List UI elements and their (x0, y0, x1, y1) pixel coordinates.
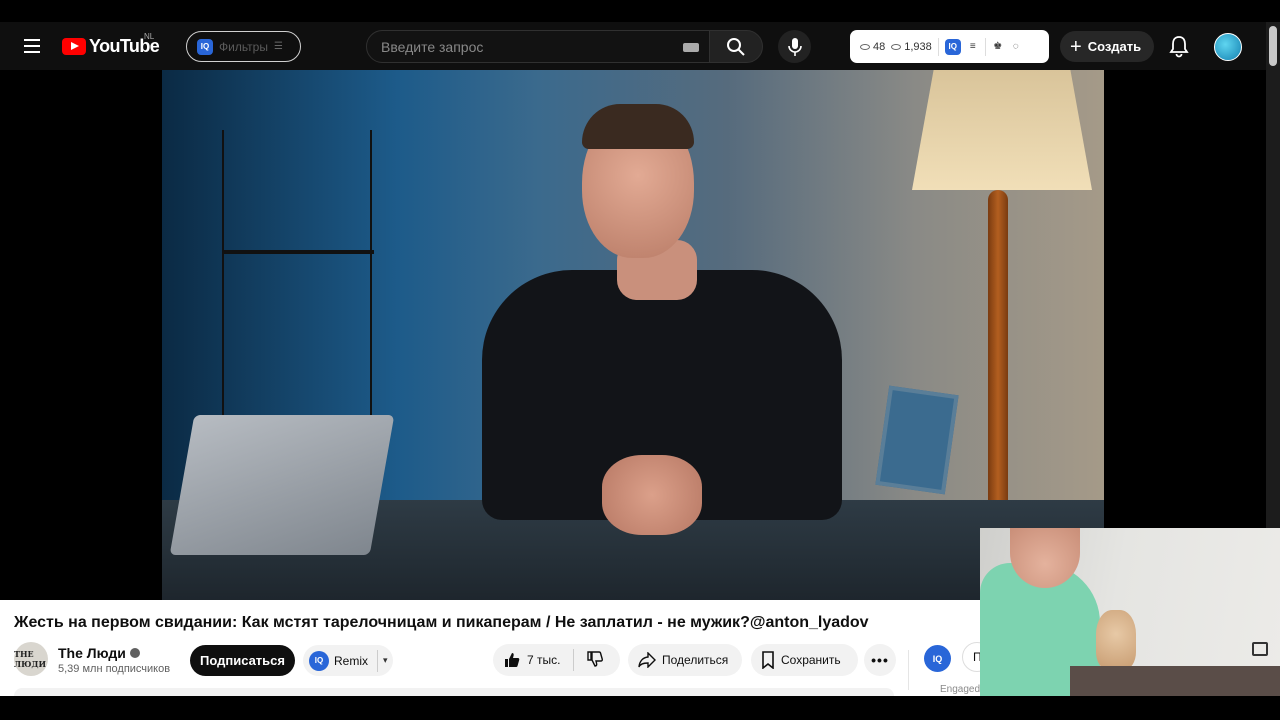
subscriber-count: 5,39 млн подписчиков (58, 663, 171, 675)
webcam-bed (1070, 666, 1280, 696)
lamp-shade (912, 70, 1092, 190)
notifications-button[interactable] (1168, 34, 1190, 58)
iq-icon[interactable]: IQ (944, 38, 961, 55)
top-black-strip (0, 0, 1280, 22)
chat-icon[interactable]: ◌ (1010, 41, 1022, 53)
vidiq-stats-box[interactable]: 48 1,938 IQ ≡ ♚ ◌ (850, 30, 1049, 63)
more-actions-button[interactable]: ••• (864, 644, 896, 676)
microphone-icon (787, 37, 802, 56)
bottom-black-strip (0, 696, 1280, 720)
channel-logo-text: THE ЛЮДИ (14, 649, 47, 669)
iq-icon: IQ (309, 650, 329, 671)
webcam-cat (1096, 610, 1136, 670)
save-label: Сохранить (781, 653, 841, 667)
vidiq-button[interactable]: IQ (924, 645, 951, 672)
presenter-hair (582, 104, 694, 149)
scrollbar-thumb[interactable] (1269, 26, 1277, 66)
dislike-button[interactable] (574, 650, 604, 671)
eye-icon (860, 43, 870, 50)
account-avatar[interactable] (1214, 33, 1242, 61)
thumbs-down-icon (587, 650, 603, 667)
divider (937, 37, 939, 56)
like-dislike-group: 7 тыс. (493, 644, 620, 676)
create-button[interactable]: + Создать (1060, 31, 1154, 62)
thumbs-up-icon (505, 653, 520, 667)
sliders-icon: ☰ (273, 41, 283, 52)
keyboard-icon[interactable] (683, 43, 699, 52)
description-box[interactable] (14, 688, 894, 696)
video-player[interactable] (0, 70, 1266, 600)
eye-icon (891, 43, 902, 50)
youtube-play-icon (62, 38, 86, 55)
verified-icon (129, 648, 140, 658)
lamp-pole (988, 190, 1008, 520)
divider (377, 649, 379, 672)
masthead: YouTube NL IQ Фильтры ☰ Введите запрос 4… (0, 22, 1266, 70)
bookmark-icon (762, 651, 774, 669)
channel-name[interactable]: The Люди (58, 645, 140, 661)
search-icon (727, 37, 745, 56)
search-button[interactable] (709, 30, 763, 63)
remix-label: Remix (334, 653, 369, 668)
share-icon (638, 652, 656, 668)
menu-icon[interactable] (18, 32, 46, 60)
like-count: 7 тыс. (527, 653, 561, 667)
presenter-hands (602, 455, 702, 535)
view-count: 1,938 (891, 41, 932, 53)
engaged-label: Engaged (940, 684, 981, 695)
live-watchers: 48 (860, 41, 885, 53)
share-button[interactable]: Поделиться (628, 644, 742, 676)
plus-icon: + (1070, 35, 1082, 58)
webcam-overlay (980, 528, 1280, 696)
shelf (222, 130, 374, 430)
search-input[interactable]: Введите запрос (366, 30, 710, 63)
list-icon[interactable]: ≡ (967, 41, 979, 53)
filters-button[interactable]: IQ Фильтры ☰ (186, 31, 301, 62)
share-label: Поделиться (662, 653, 729, 667)
channel-avatar[interactable]: THE ЛЮДИ (14, 642, 48, 676)
bell-icon (1169, 36, 1189, 58)
divider (908, 650, 909, 690)
remix-button[interactable]: IQ Remix ▾ (303, 645, 393, 676)
filters-label: Фильтры (219, 39, 268, 54)
voice-search-button[interactable] (778, 30, 811, 63)
chevron-down-icon[interactable]: ▾ (383, 655, 388, 666)
divider (984, 37, 986, 56)
video-frame[interactable] (162, 70, 1104, 600)
create-label: Создать (1087, 39, 1142, 54)
photo-frame (875, 385, 959, 495)
laptop (169, 415, 395, 555)
subscribe-button[interactable]: Подписаться (190, 645, 295, 676)
save-button[interactable]: Сохранить (751, 644, 858, 676)
trophy-icon[interactable]: ♚ (992, 41, 1004, 53)
like-button[interactable]: 7 тыс. (493, 651, 573, 669)
video-title: Жесть на первом свидании: Как мстят таре… (14, 614, 869, 631)
youtube-logo[interactable]: YouTube NL (62, 32, 160, 57)
iq-icon: IQ (197, 38, 213, 55)
search-placeholder: Введите запрос (381, 38, 484, 55)
miniplayer-icon[interactable] (1252, 642, 1268, 656)
region-code: NL (144, 32, 155, 41)
